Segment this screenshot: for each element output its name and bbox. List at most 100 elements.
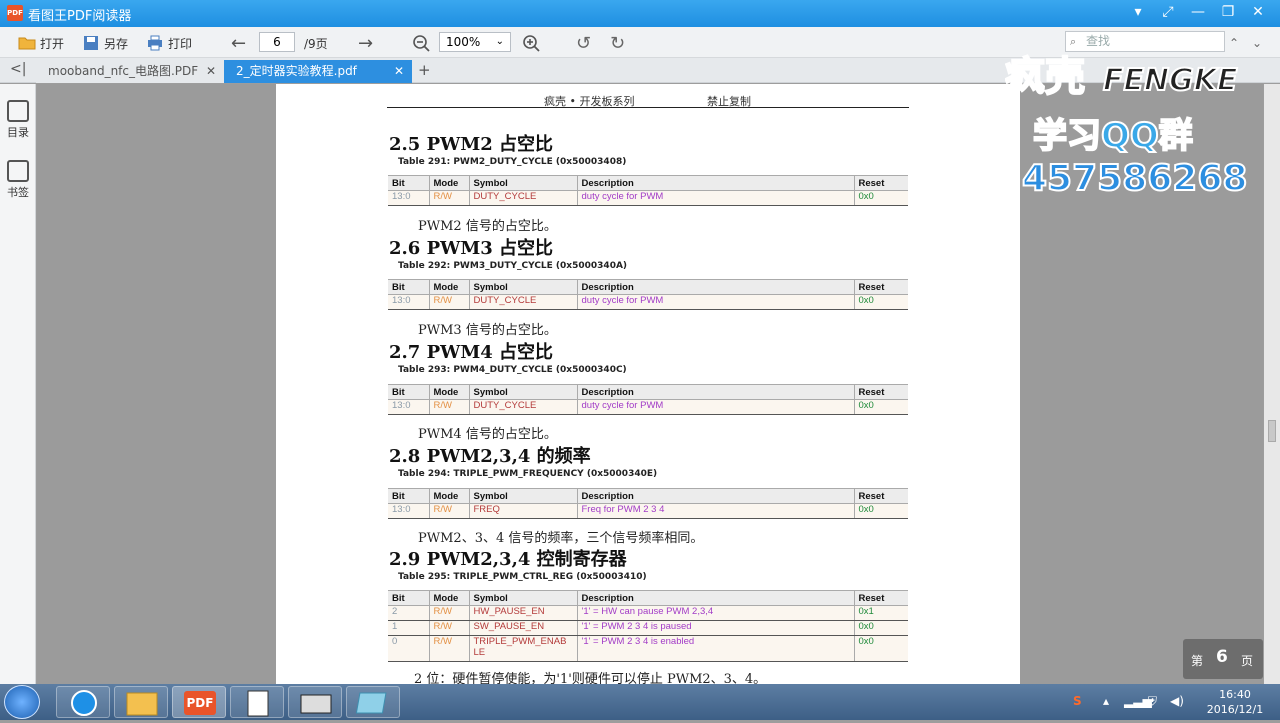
page-suffix: 页: [1241, 654, 1254, 668]
restore-button[interactable]: ❐: [1216, 4, 1240, 20]
register-table: Bit Mode Symbol Description Reset 2 R/W HW_PAU…: [388, 590, 908, 662]
section-title: 2.9 PWM2,3,4 控制寄存器: [389, 549, 627, 570]
close-tab-icon[interactable]: ✕: [206, 60, 216, 82]
fullscreen-icon[interactable]: ⤢: [1156, 4, 1180, 20]
tab-circuit[interactable]: mooband_nfc_电路图.PDF ✕: [36, 60, 224, 83]
clock-date: 2016/12/1: [1206, 703, 1264, 716]
qq-title: 学习QQ群: [1032, 115, 1194, 157]
page-indicator-number: 6: [1216, 647, 1228, 667]
tool-icon: [300, 694, 332, 714]
print-button[interactable]: 打印: [146, 32, 192, 54]
register-table: Bit Mode Symbol Description Reset 13:0 R/W DUT…: [388, 279, 908, 310]
section-note: PWM3 信号的占空比。: [418, 323, 557, 338]
folder-icon: [126, 692, 158, 716]
notes-icon: [355, 692, 387, 714]
table-caption: Table 293: PWM4_DUTY_CYCLE (0x5000340C): [398, 365, 627, 375]
open-button[interactable]: 打开: [18, 32, 64, 54]
taskbar: PDF S ▴ ▂▃▅ ⛨ ◀) 16:40 2016/12/1: [0, 684, 1280, 720]
rotate-right-icon[interactable]: ↻: [610, 32, 625, 54]
bookmark-icon: [7, 160, 29, 182]
col-desc: Description: [577, 175, 855, 191]
table-row: 13:0 R/W DUTY_CYCLE duty cycle for PWM 0x0: [388, 294, 908, 310]
pdf-page[interactable]: 疯壳 • 开发板系列 禁止复制 2.5 PWM2 占空比 Table 291: …: [276, 84, 1020, 684]
new-tab-icon[interactable]: +: [418, 61, 431, 79]
print-label: 打印: [168, 36, 193, 51]
tab-label: 2_定时器实验教程.pdf: [236, 64, 357, 78]
menu-chevron-icon[interactable]: ▾: [1126, 4, 1150, 20]
saveas-label: 另存: [104, 36, 129, 51]
vertical-scrollbar[interactable]: [1264, 84, 1280, 684]
close-button[interactable]: ✕: [1246, 4, 1270, 20]
page-prefix: 第: [1191, 654, 1204, 668]
close-tab-icon[interactable]: ✕: [394, 60, 404, 82]
page-total: /9页: [304, 36, 328, 51]
table-row: 1 R/W SW_PAUSE_EN '1' = PWM 2 3 4 is paused…: [388, 620, 908, 636]
table-row: 13:0 R/W DUTY_CYCLE duty cycle for PWM 0x0: [388, 190, 908, 206]
col-bit: Bit: [388, 175, 430, 191]
toc-button[interactable]: 目录: [3, 100, 33, 140]
table-caption: Table 292: PWM3_DUTY_CYCLE (0x5000340A): [398, 261, 628, 271]
table-row: 13:0 R/W DUTY_CYCLE duty cycle for PWM 0x0: [388, 399, 908, 415]
printer-icon: [148, 35, 162, 51]
open-label: 打开: [40, 36, 65, 51]
collapse-sidebar-icon[interactable]: <|: [10, 61, 26, 77]
section-title: 2.7 PWM4 占空比: [389, 342, 554, 363]
list-icon: [7, 100, 29, 122]
security-icon[interactable]: ⛨: [1148, 694, 1157, 709]
section-note: 2 位：硬件暂停使能，为'1'则硬件可以停止 PWM2、3、4。: [414, 672, 767, 684]
saveas-button[interactable]: 另存: [82, 32, 128, 54]
zoom-out-icon[interactable]: [412, 34, 430, 52]
brand-en: FENGKE: [1103, 63, 1238, 98]
taskbar-app-document[interactable]: [230, 686, 284, 718]
volume-icon[interactable]: ◀): [1170, 694, 1184, 708]
col-reset: Reset: [854, 175, 908, 191]
rotate-left-icon[interactable]: ↺: [576, 32, 591, 54]
zoom-select[interactable]: 100% ⌄: [439, 32, 511, 52]
minimize-button[interactable]: —: [1186, 4, 1210, 20]
start-button[interactable]: [4, 685, 40, 719]
taskbar-app-notes[interactable]: [346, 686, 400, 718]
ime-icon[interactable]: S: [1073, 694, 1082, 708]
next-page-icon[interactable]: →: [358, 32, 373, 54]
section-note: PWM2 信号的占空比。: [418, 219, 557, 234]
taskbar-app-explorer[interactable]: [114, 686, 168, 718]
app-logo: PDF: [7, 5, 23, 21]
brand-logo: 疯壳 FENGKE: [1005, 53, 1239, 98]
page-header: 疯壳 • 开发板系列 禁止复制: [387, 84, 909, 108]
table-row: 2 R/W HW_PAUSE_EN '1' = HW can pause PWM 2,…: [388, 605, 908, 621]
table-caption: Table 295: TRIPLE_PWM_CTRL_REG (0x500034…: [398, 572, 647, 582]
bookmark-label: 书签: [7, 186, 29, 199]
chevron-down-icon: ⌄: [495, 36, 504, 47]
sidebar: 目录 书签: [0, 84, 36, 684]
pdf-icon: PDF: [184, 691, 216, 715]
document-icon: [247, 690, 269, 717]
bookmark-button[interactable]: 书签: [3, 160, 33, 200]
clock-time: 16:40: [1219, 688, 1251, 701]
section-title: 2.5 PWM2 占空比: [389, 134, 554, 155]
col-mode: Mode: [429, 175, 470, 191]
section-note: PWM4 信号的占空比。: [418, 427, 557, 442]
section-note: PWM2、3、4 信号的频率，三个信号频率相同。: [418, 531, 704, 546]
tab-label: mooband_nfc_电路图.PDF: [48, 64, 199, 78]
taskbar-app-pdf[interactable]: PDF: [172, 686, 226, 718]
register-table: Bit Mode Symbol Description Reset 13:0 R/W DUT…: [388, 175, 908, 206]
system-clock[interactable]: 16:40 2016/12/1: [1200, 687, 1270, 717]
search-icon: ⌕: [1070, 35, 1077, 48]
page-indicator: 第 6 页: [1183, 639, 1263, 679]
section-title: 2.6 PWM3 占空比: [389, 238, 554, 259]
title-bar: PDF 看图王PDF阅读器 ▾ ⤢ — ❐ ✕: [0, 0, 1280, 27]
taskbar-app-browser[interactable]: [56, 686, 110, 718]
prev-page-icon[interactable]: ←: [231, 32, 246, 54]
zoom-in-icon[interactable]: [522, 34, 540, 52]
folder-icon: [18, 37, 36, 50]
taskbar-app-tool[interactable]: [288, 686, 342, 718]
tray-expand-icon[interactable]: ▴: [1103, 694, 1109, 708]
scrollbar-thumb[interactable]: [1268, 420, 1276, 442]
table-row: 0 R/W TRIPLE_PWM_ENAB LE '1' = PWM 2 3 4 is…: [388, 635, 908, 662]
col-symbol: Symbol: [469, 175, 578, 191]
page-number-input[interactable]: 6: [259, 32, 295, 52]
tab-timer[interactable]: 2_定时器实验教程.pdf ✕: [224, 60, 412, 83]
browser-icon: [71, 690, 97, 716]
search-input[interactable]: ⌕ 查找: [1065, 31, 1225, 52]
register-table: Bit Mode Symbol Description Reset 13:0 R/W DUT…: [388, 384, 908, 415]
